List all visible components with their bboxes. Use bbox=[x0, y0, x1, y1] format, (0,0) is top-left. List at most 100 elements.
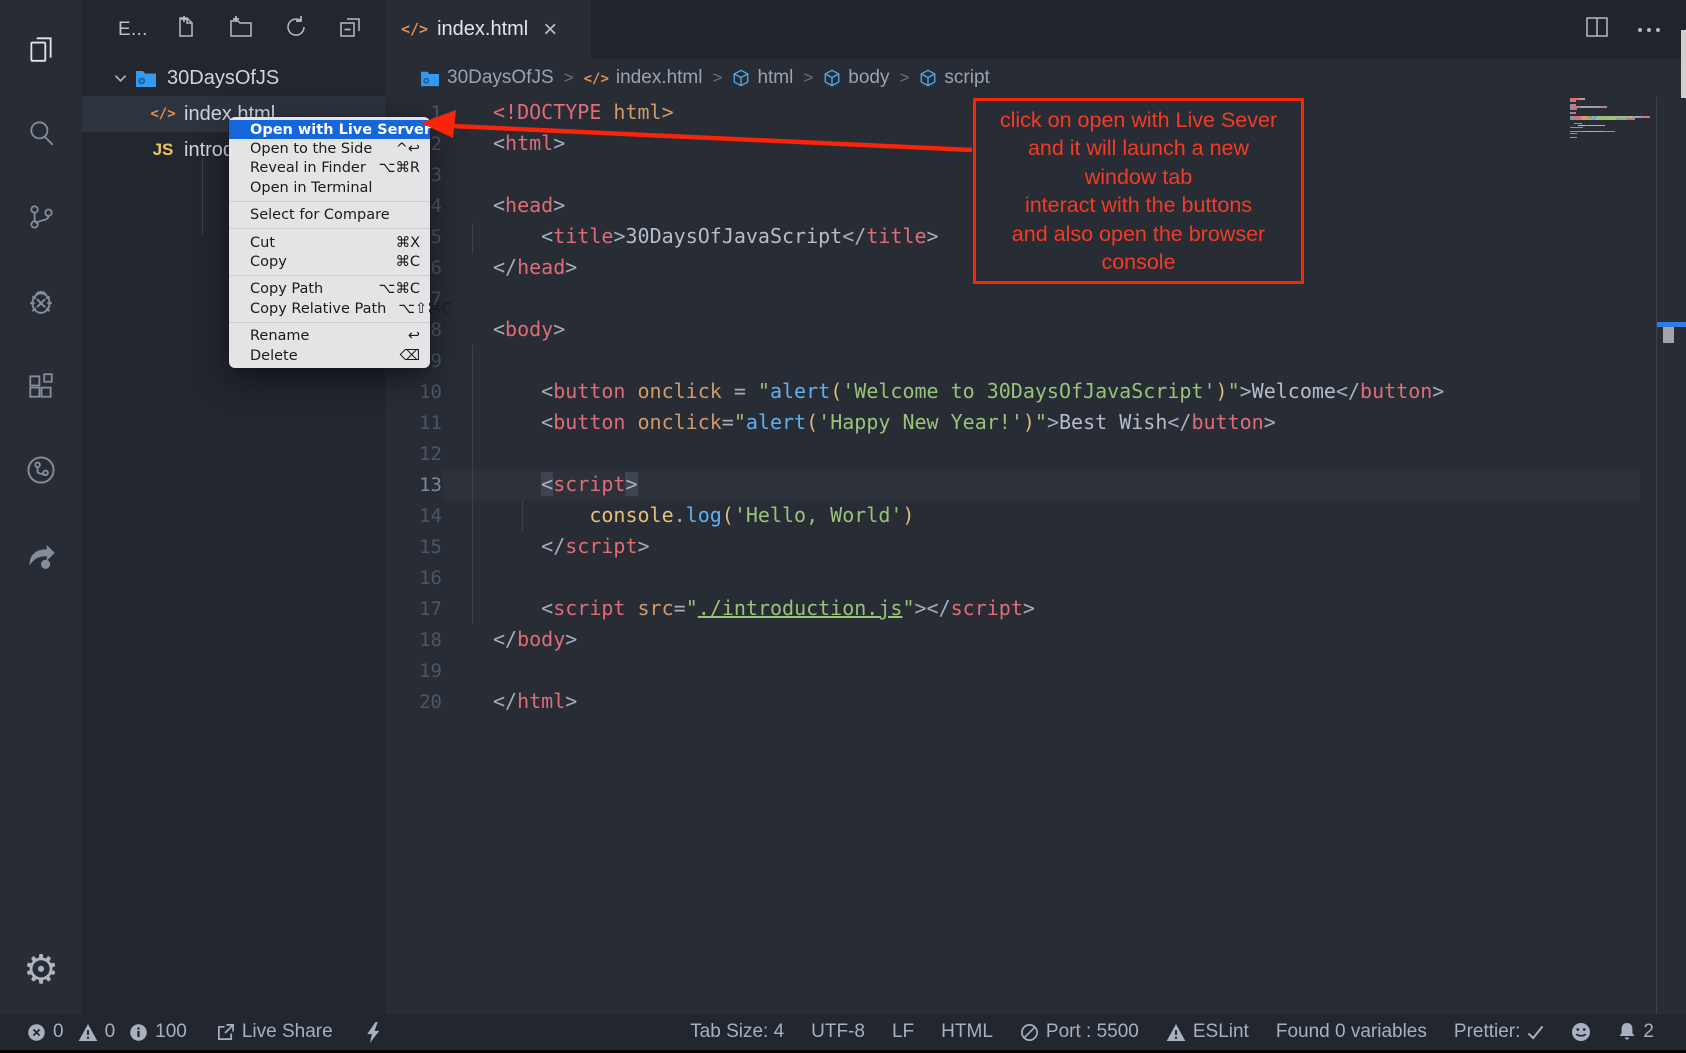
menu-item-cut[interactable]: Cut⌘X bbox=[229, 233, 430, 252]
breadcrumb-item-script[interactable]: script bbox=[944, 67, 989, 89]
code-text: <button onclick="alert('Happy New Year!'… bbox=[442, 407, 1640, 438]
line-number: 19 bbox=[385, 660, 442, 682]
breadcrumb-item-file[interactable]: index.html bbox=[616, 67, 703, 89]
menu-item-delete[interactable]: Delete⌫ bbox=[229, 346, 430, 365]
live-server-port[interactable]: Port : 5500 bbox=[1020, 1021, 1139, 1043]
run-debug-icon[interactable] bbox=[0, 270, 82, 334]
menu-separator bbox=[229, 322, 430, 323]
html-file-icon: </> bbox=[584, 67, 609, 89]
symbol-cube-icon bbox=[823, 69, 841, 87]
code-text: </script> bbox=[442, 531, 1640, 562]
indent-guide bbox=[472, 345, 473, 624]
close-icon[interactable]: × bbox=[543, 18, 557, 42]
slash-circle-icon bbox=[1020, 1023, 1039, 1042]
menu-item-open-in-terminal[interactable]: Open in Terminal bbox=[229, 178, 430, 197]
code-text: </body> bbox=[442, 624, 1640, 655]
collapse-all-icon[interactable] bbox=[338, 15, 362, 44]
language-indicator[interactable]: HTML bbox=[941, 1021, 993, 1043]
split-editor-icon[interactable] bbox=[1584, 14, 1610, 45]
search-icon[interactable] bbox=[0, 101, 82, 165]
code-line[interactable]: 20</html> bbox=[385, 686, 1686, 717]
code-line[interactable]: 11 <button onclick="alert('Happy New Yea… bbox=[385, 407, 1686, 438]
feedback-smiley-icon[interactable] bbox=[1571, 1022, 1591, 1042]
code-text: <script> bbox=[442, 469, 1640, 500]
js-file-icon: JS bbox=[150, 140, 176, 160]
scrollbar-thumb[interactable] bbox=[1663, 327, 1674, 343]
symbol-cube-icon bbox=[919, 69, 937, 87]
code-text: <script src="./introduction.js"></script… bbox=[442, 593, 1640, 624]
encoding-indicator[interactable]: UTF-8 bbox=[811, 1021, 865, 1043]
more-actions-icon[interactable] bbox=[1636, 21, 1662, 39]
context-menu: Open with Live Server Open to the Side^↩… bbox=[229, 117, 430, 368]
annotation-text: window tab bbox=[976, 163, 1301, 192]
tab-index-html[interactable]: </> index.html × bbox=[385, 0, 591, 59]
warning-icon bbox=[78, 1023, 98, 1042]
menu-item-reveal-in-finder[interactable]: Reveal in Finder⌥⌘R bbox=[229, 159, 430, 178]
menu-separator bbox=[229, 201, 430, 202]
line-number: 12 bbox=[385, 443, 442, 465]
breadcrumb-item-folder[interactable]: 30DaysOfJS bbox=[447, 67, 554, 89]
chevron-down-icon bbox=[114, 73, 127, 83]
code-line[interactable]: 16 bbox=[385, 562, 1686, 593]
tab-label: index.html bbox=[437, 18, 528, 41]
tab-size-indicator[interactable]: Tab Size: 4 bbox=[690, 1021, 784, 1043]
new-folder-icon[interactable] bbox=[228, 15, 254, 44]
settings-gear-icon[interactable]: ⚙ bbox=[0, 938, 82, 1002]
prettier-status[interactable]: Prettier: bbox=[1454, 1021, 1545, 1043]
code-line[interactable]: 8<body> bbox=[385, 314, 1686, 345]
activity-bar: ⚙ bbox=[0, 0, 82, 1014]
breadcrumb-item-body[interactable]: body bbox=[848, 67, 889, 89]
code-line[interactable]: 15 </script> bbox=[385, 531, 1686, 562]
line-number: 10 bbox=[385, 381, 442, 403]
error-icon bbox=[27, 1023, 46, 1042]
refresh-icon[interactable] bbox=[284, 15, 308, 44]
breadcrumb-item-html[interactable]: html bbox=[757, 67, 793, 89]
folder-icon bbox=[133, 69, 159, 88]
minimap[interactable] bbox=[1570, 98, 1650, 139]
explorer-title: E... bbox=[118, 19, 148, 41]
chevron-right-icon: > bbox=[564, 68, 574, 88]
bolt-icon[interactable] bbox=[366, 1022, 381, 1043]
new-file-icon[interactable] bbox=[174, 15, 198, 44]
breadcrumb: 30DaysOfJS > </> index.html > html > bod… bbox=[385, 59, 1686, 97]
code-line[interactable]: 17 <script src="./introduction.js"></scr… bbox=[385, 593, 1686, 624]
menu-item-open-with-live-server[interactable]: Open with Live Server bbox=[229, 120, 430, 139]
variables-status[interactable]: Found 0 variables bbox=[1276, 1021, 1427, 1043]
code-line[interactable]: 9 bbox=[385, 345, 1686, 376]
menu-item-rename[interactable]: Rename↩ bbox=[229, 327, 430, 346]
problems-indicator[interactable]: 0 0 100 bbox=[27, 1021, 187, 1043]
extensions-icon[interactable] bbox=[0, 354, 82, 418]
code-line[interactable]: 12 bbox=[385, 438, 1686, 469]
folder-icon bbox=[420, 70, 440, 87]
code-line[interactable]: 10 <button onclick = "alert('Welcome to … bbox=[385, 376, 1686, 407]
menu-item-copy-relative-path[interactable]: Copy Relative Path⌥⇧⌘C bbox=[229, 299, 430, 318]
code-line[interactable]: 7 bbox=[385, 283, 1686, 314]
code-line[interactable]: 13 <script> bbox=[385, 469, 1686, 500]
source-control-icon[interactable] bbox=[0, 185, 82, 249]
tree-item-root-folder[interactable]: 30DaysOfJS bbox=[82, 60, 385, 96]
code-text bbox=[442, 562, 1640, 593]
menu-item-open-to-the-side[interactable]: Open to the Side^↩ bbox=[229, 139, 430, 158]
code-line[interactable]: 14 console.log('Hello, World') bbox=[385, 500, 1686, 531]
annotation-text: interact with the buttons bbox=[976, 191, 1301, 220]
line-number: 18 bbox=[385, 629, 442, 651]
chevron-right-icon: > bbox=[713, 68, 723, 88]
html-file-icon: </> bbox=[150, 106, 176, 122]
share-out-icon[interactable] bbox=[0, 522, 82, 586]
eol-indicator[interactable]: LF bbox=[892, 1021, 914, 1043]
code-text bbox=[442, 438, 1640, 469]
menu-item-copy[interactable]: Copy⌘C bbox=[229, 252, 430, 271]
explorer-icon[interactable] bbox=[0, 17, 82, 81]
code-line[interactable]: 19 bbox=[385, 655, 1686, 686]
notifications-bell[interactable]: 2 bbox=[1618, 1021, 1654, 1043]
menu-item-select-for-compare[interactable]: Select for Compare bbox=[229, 206, 430, 225]
code-line[interactable]: 18</body> bbox=[385, 624, 1686, 655]
menu-item-copy-path[interactable]: Copy Path⌥⌘C bbox=[229, 280, 430, 299]
live-share-button[interactable]: Live Share bbox=[216, 1021, 333, 1043]
remote-circle-icon[interactable] bbox=[0, 438, 82, 502]
annotation-text: and it will launch a new bbox=[976, 134, 1301, 163]
chevron-right-icon: > bbox=[899, 68, 909, 88]
eslint-status[interactable]: ESLint bbox=[1166, 1021, 1249, 1043]
overview-ruler-border bbox=[1656, 97, 1657, 1014]
warning-icon bbox=[1166, 1023, 1186, 1042]
